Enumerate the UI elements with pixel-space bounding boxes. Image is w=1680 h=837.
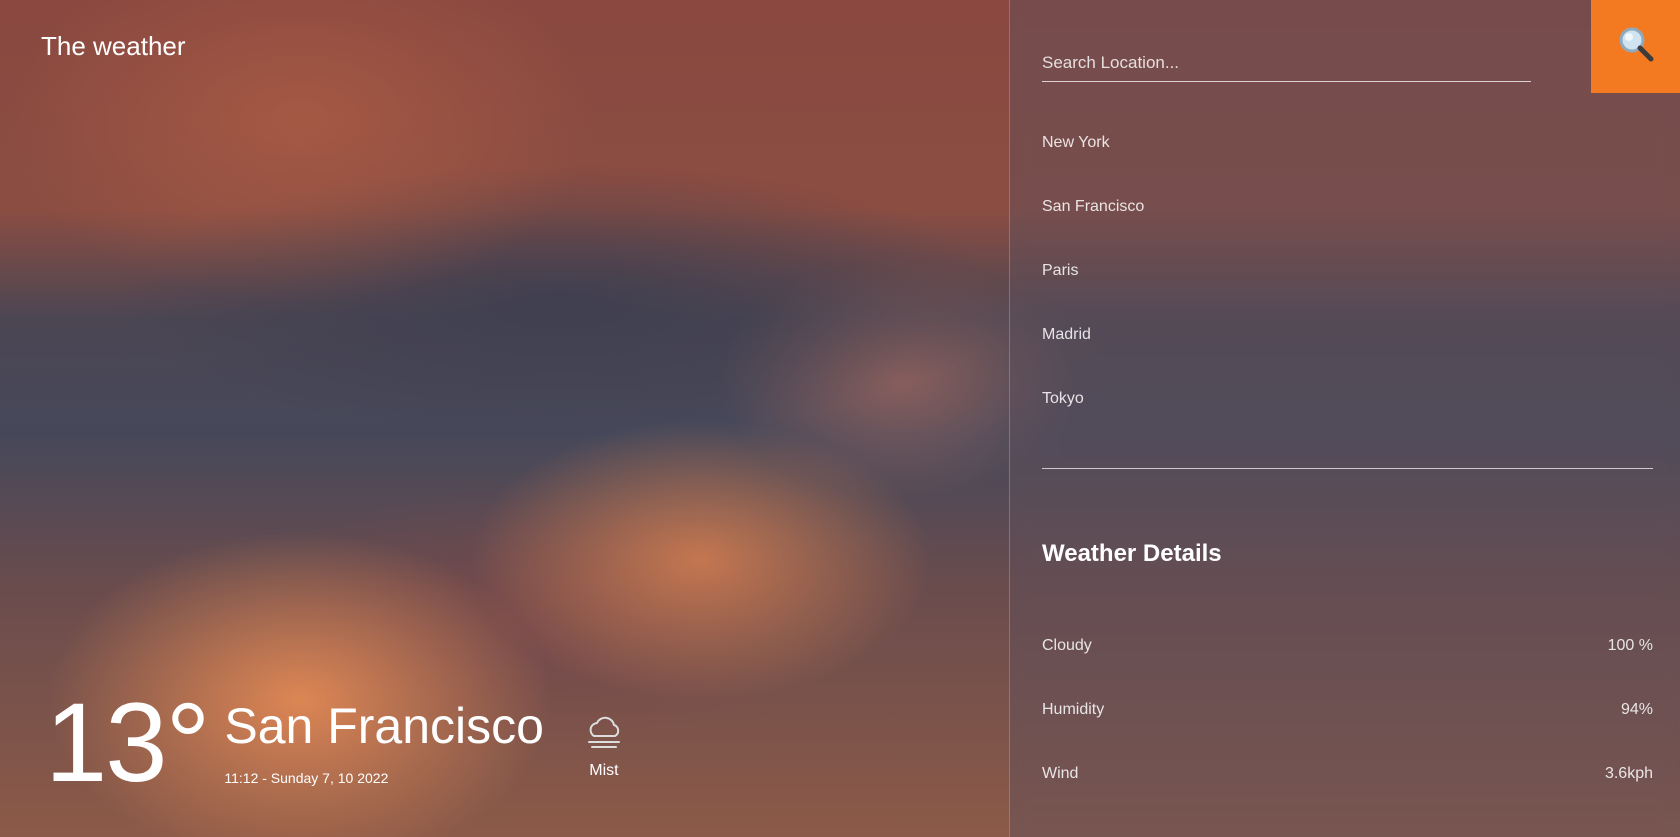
temperature: 13° xyxy=(45,680,210,805)
condition-block: Mist xyxy=(574,716,634,780)
mist-cloud-icon xyxy=(585,716,623,750)
location-list: New York San Francisco Paris Madrid Toky… xyxy=(1042,126,1653,446)
location-item[interactable]: Paris xyxy=(1042,254,1653,318)
details-list: Cloudy 100 % Humidity 94% Wind 3.6kph xyxy=(1042,637,1653,829)
detail-value: 94% xyxy=(1620,701,1653,718)
detail-row-humidity: Humidity 94% xyxy=(1042,701,1653,765)
location-item[interactable]: Madrid xyxy=(1042,318,1653,382)
current-weather: 13° San Francisco 11:12 - Sunday 7, 10 2… xyxy=(45,680,634,805)
location-item[interactable]: Tokyo xyxy=(1042,382,1653,446)
date-time: 11:12 - Sunday 7, 10 2022 xyxy=(224,770,389,786)
detail-label: Wind xyxy=(1042,765,1079,782)
detail-label: Cloudy xyxy=(1042,637,1092,654)
detail-value: 3.6kph xyxy=(1604,765,1653,782)
location-item[interactable]: New York xyxy=(1042,126,1653,190)
city-name: San Francisco xyxy=(224,698,544,754)
side-panel: New York San Francisco Paris Madrid Toky… xyxy=(1009,0,1680,837)
location-item[interactable]: San Francisco xyxy=(1042,190,1653,254)
details-title: Weather Details xyxy=(1042,540,1222,567)
condition-label: Mist xyxy=(589,762,619,779)
magnifier-icon xyxy=(1616,24,1656,69)
app-title: The weather xyxy=(41,31,186,61)
detail-row-cloudy: Cloudy 100 % xyxy=(1042,637,1653,701)
search-button[interactable] xyxy=(1591,0,1680,93)
weather-app: The weather 13° San Francisco 11:12 - Su… xyxy=(0,0,1680,837)
city-block: San Francisco 11:12 - Sunday 7, 10 2022 xyxy=(224,700,544,786)
detail-label: Humidity xyxy=(1042,701,1105,718)
detail-value: 100 % xyxy=(1607,637,1653,654)
detail-row-wind: Wind 3.6kph xyxy=(1042,765,1653,829)
divider xyxy=(1042,468,1653,469)
search-input[interactable] xyxy=(1042,44,1531,82)
